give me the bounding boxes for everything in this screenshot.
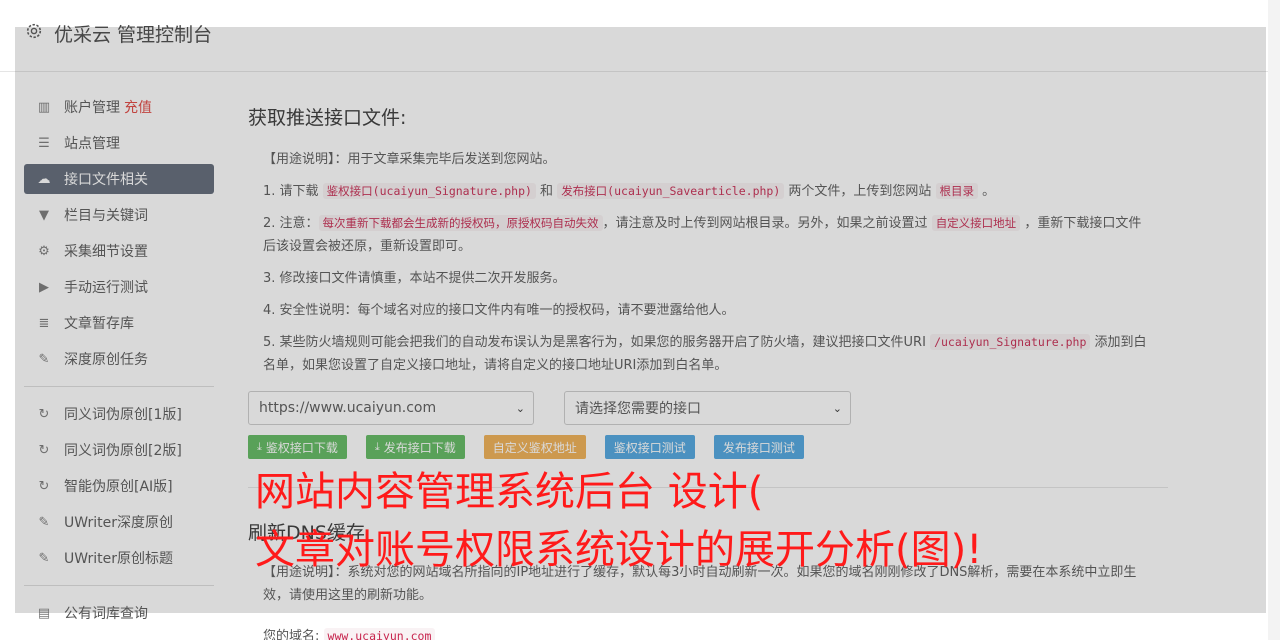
scrollbar[interactable]	[1268, 0, 1280, 640]
dim-overlay	[15, 27, 1266, 613]
banner-line-1: 网站内容管理系统后台 设计(	[255, 469, 764, 515]
domain-label: 您的域名:	[263, 629, 320, 640]
domain-row: 您的域名: www.ucaiyun.com	[263, 625, 1152, 640]
banner-line-2: 文章对账号权限系统设计的展开分析(图)!	[255, 527, 983, 573]
page: 优采云 管理控制台 ▥ 账户管理 充值 ☰ 站点管理 ☁ 接口文件相关 ▼ 栏目与关键词 ⚙ 采集细…	[0, 0, 1280, 640]
domain-value: www.ucaiyun.com	[323, 628, 436, 640]
